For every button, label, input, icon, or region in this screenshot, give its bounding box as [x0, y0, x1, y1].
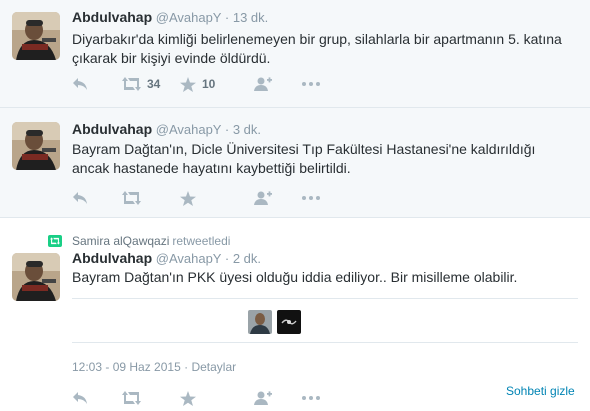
- reply-button[interactable]: [72, 188, 122, 208]
- fullname[interactable]: Abdulvahap: [72, 121, 152, 137]
- tweet-meta: 12:03 - 09 Haz 2015 · Detaylar: [72, 360, 236, 374]
- reply-icon: [73, 78, 87, 90]
- tweet-text: Diyarbakır'da kimliği belirlenemeyen bir…: [72, 30, 572, 68]
- follow-icon: [254, 191, 272, 205]
- retweet-button[interactable]: [122, 188, 180, 208]
- username[interactable]: @AvahapY: [156, 122, 222, 137]
- favorite-icon: [180, 390, 196, 406]
- tweet-header: Abdulvahap @AvahapY · 3 dk.: [72, 121, 261, 137]
- favorite-button[interactable]: [180, 188, 254, 208]
- favorite-button[interactable]: [180, 388, 254, 408]
- username[interactable]: @AvahapY: [156, 251, 222, 266]
- follow-button[interactable]: [254, 188, 302, 208]
- fullname[interactable]: Abdulvahap: [72, 9, 152, 25]
- separator: ·: [224, 10, 230, 25]
- tweet-time[interactable]: 2 dk.: [233, 251, 261, 266]
- favorite-count: 10: [202, 77, 216, 91]
- retweet-button[interactable]: [122, 388, 180, 408]
- favorite-icon: [180, 76, 196, 92]
- tweet-text-line: ancak hastanede hayatını kaybettiği beli…: [72, 160, 351, 176]
- tweet-actions: [72, 388, 332, 408]
- favorite-button[interactable]: 10: [180, 74, 254, 94]
- tweet-text-line: çıkarak bir kişiyi evinde öldürdü.: [72, 50, 271, 66]
- username[interactable]: @AvahapY: [156, 10, 222, 25]
- favorite-icon: [180, 190, 196, 206]
- more-button[interactable]: [302, 74, 332, 94]
- retweeter-avatar-thumbnail[interactable]: [277, 310, 301, 334]
- tweet-header: Abdulvahap @AvahapY · 13 dk.: [72, 9, 268, 25]
- tweet-timestamp: 12:03 - 09 Haz 2015: [72, 360, 181, 374]
- reply-icon: [73, 192, 87, 204]
- retweet-context: Samira alQawqazi retweetledi: [48, 234, 230, 248]
- retweet-label: retweetledi: [172, 234, 231, 248]
- separator: ·: [224, 251, 230, 266]
- more-button[interactable]: [302, 188, 332, 208]
- follow-button[interactable]: [254, 74, 302, 94]
- reply-icon: [73, 392, 87, 404]
- reply-button[interactable]: [72, 388, 122, 408]
- tweet[interactable]: Abdulvahap @AvahapY · 3 dk. Bayram Dağta…: [0, 108, 590, 218]
- avatar[interactable]: [12, 122, 60, 170]
- tweet-actions: 34 10: [72, 74, 332, 94]
- tweet-header: Abdulvahap @AvahapY · 2 dk.: [72, 250, 261, 266]
- tweet-text: Bayram Dağtan'ın PKK üyesi olduğu iddia …: [72, 268, 572, 287]
- tweet-actions: [72, 188, 332, 208]
- follow-button[interactable]: [254, 388, 302, 408]
- avatar[interactable]: [12, 12, 60, 60]
- tweet-time[interactable]: 3 dk.: [233, 122, 261, 137]
- tweet-text: Bayram Dağtan'ın, Dicle Üniversitesi Tıp…: [72, 140, 572, 178]
- details-link[interactable]: Detaylar: [191, 360, 236, 374]
- more-icon: [302, 196, 320, 200]
- separator: ·: [184, 360, 189, 374]
- retweet-icon: [122, 191, 141, 205]
- avatar[interactable]: [12, 253, 60, 301]
- retweeter-name[interactable]: Samira alQawqazi: [72, 234, 169, 248]
- divider: [72, 342, 578, 343]
- more-icon: [302, 396, 320, 400]
- tweet[interactable]: Abdulvahap @AvahapY · 13 dk. Diyarbakır'…: [0, 0, 590, 108]
- tweet-expanded[interactable]: Samira alQawqazi retweetledi Abdulvahap …: [0, 218, 590, 411]
- follow-icon: [254, 391, 272, 405]
- more-button[interactable]: [302, 388, 332, 408]
- tweet-text-line: Diyarbakır'da kimliği belirlenemeyen bir…: [72, 31, 562, 47]
- tweet-text-line: Bayram Dağtan'ın PKK üyesi olduğu iddia …: [72, 269, 518, 285]
- retweet-button[interactable]: 34: [122, 74, 180, 94]
- retweet-badge-icon: [48, 235, 62, 247]
- separator: ·: [224, 122, 230, 137]
- reply-button[interactable]: [72, 74, 122, 94]
- fullname[interactable]: Abdulvahap: [72, 250, 152, 266]
- divider: [72, 298, 578, 299]
- more-icon: [302, 82, 320, 86]
- retweet-icon: [122, 391, 141, 405]
- tweet-text-line: Bayram Dağtan'ın, Dicle Üniversitesi Tıp…: [72, 141, 536, 157]
- follow-icon: [254, 77, 272, 91]
- tweet-time[interactable]: 13 dk.: [233, 10, 268, 25]
- hide-conversation-link[interactable]: Sohbeti gizle: [506, 384, 575, 398]
- retweet-count: 34: [147, 77, 161, 91]
- retweet-icon: [122, 77, 141, 91]
- retweeter-avatar-thumbnail[interactable]: [248, 310, 272, 334]
